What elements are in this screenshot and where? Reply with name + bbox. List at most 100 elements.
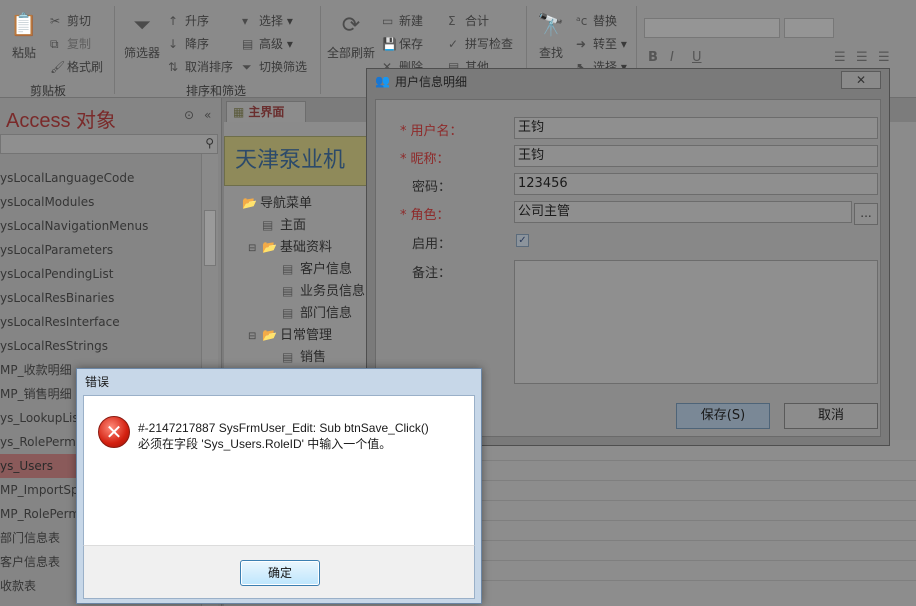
nickname-field[interactable]: 王钧 <box>514 145 878 167</box>
refresh-all-button[interactable]: ⟳ 全部刷新 <box>326 12 376 61</box>
remarks-label: 备注： <box>412 266 452 281</box>
italic-icon[interactable]: I <box>670 50 674 65</box>
tree-item[interactable]: ▤ 部门信息 <box>228 302 365 324</box>
find-button[interactable]: 🔭 查找 <box>532 12 570 61</box>
user-dialog-title: 用户信息明细 <box>395 75 468 89</box>
nickname-label: * 昵称： <box>400 152 450 167</box>
filter-button[interactable]: ⏷ 筛选器 <box>120 12 164 61</box>
tree-item-label: 销售 <box>300 350 327 365</box>
nav-object-item[interactable]: ysLocalResBinaries <box>0 286 200 310</box>
replace-button[interactable]: ᵃc 替换 <box>576 12 617 29</box>
clear-sort-icon: ⇅ <box>168 60 179 74</box>
goto-button[interactable]: ➜ 转至 ▾ <box>576 35 627 52</box>
username-label: * 用户名： <box>400 124 463 139</box>
toggle-filter-icon: ⏷ <box>242 60 252 74</box>
font-name-select[interactable] <box>644 18 780 38</box>
cut-button[interactable]: ✂ 剪切 <box>50 12 91 29</box>
collapse-pane-icon[interactable]: « <box>204 108 211 122</box>
remarks-textarea[interactable] <box>514 260 878 384</box>
align-left-icon[interactable]: ☰ <box>834 50 846 65</box>
enabled-checkbox[interactable]: ✓ <box>516 234 529 247</box>
sort-asc-button[interactable]: ↑ 升序 <box>168 12 209 29</box>
document-icon: ▤ <box>282 284 294 298</box>
totals-button[interactable]: Σ 合计 <box>448 12 489 29</box>
tree-expander-icon[interactable]: ⊟ <box>248 326 258 348</box>
new-record-button[interactable]: ▭ 新建 <box>382 12 423 29</box>
error-message: #-2147217887 SysFrmUser_Edit: Sub btnSav… <box>138 420 429 452</box>
grid-line <box>482 500 916 501</box>
underline-icon[interactable]: U <box>692 50 702 65</box>
clear-sort-button[interactable]: ⇅ 取消排序 <box>168 58 233 75</box>
nav-object-item[interactable]: ysLocalModules <box>0 190 200 214</box>
toggle-filter-button[interactable]: ⏷ 切换筛选 <box>242 58 307 75</box>
nav-object-item[interactable]: ysLocalParameters <box>0 238 200 262</box>
password-field[interactable]: 123456 <box>514 173 878 195</box>
tree-item[interactable]: ▤ 客户信息 <box>228 258 365 280</box>
ok-button[interactable]: 确定 <box>240 560 320 586</box>
bold-icon[interactable]: B <box>648 50 658 65</box>
new-record-icon: ▭ <box>382 14 394 28</box>
grid-line <box>482 460 916 461</box>
company-banner: 天津泵业机 <box>224 136 374 186</box>
nav-menu-tree: 📂 导航菜单 ▤ 主面 ⊟ 📂 基础资料 ▤ 客户信息 ▤ 业务员信息 ▤ 部门信息 ⊟ 📂 日常管理 ▤ 销售 <box>228 192 365 368</box>
spell-check-icon: ✓ <box>448 37 459 51</box>
funnel-icon: ⏷ <box>133 13 151 38</box>
error-dialog-title: 错误 <box>85 375 110 389</box>
tree-item[interactable]: 📂 导航菜单 <box>228 192 365 214</box>
brush-icon: 🖌 <box>50 60 66 74</box>
tree-item[interactable]: ▤ 业务员信息 <box>228 280 365 302</box>
nav-object-item[interactable]: ysLocalResStrings <box>0 334 200 358</box>
error-footer: 确定 <box>83 545 475 599</box>
search-icon: ⚲ <box>205 136 214 150</box>
nav-scroll-thumb[interactable] <box>204 210 216 266</box>
role-field[interactable]: 公司主管 <box>514 201 852 223</box>
grid-line <box>482 480 916 481</box>
role-picker-button[interactable]: ... <box>854 203 878 225</box>
tree-item-label: 日常管理 <box>280 328 333 343</box>
sort-desc-button[interactable]: ↓ 降序 <box>168 35 209 52</box>
save-icon: 💾 <box>382 37 397 51</box>
replace-icon: ᵃc <box>576 14 588 28</box>
tree-item[interactable]: ▤ 销售 <box>228 346 365 368</box>
copy-icon: ⧉ <box>50 37 59 51</box>
nav-menu-icon[interactable]: ⊙ <box>184 108 194 122</box>
nav-object-item[interactable]: ysLocalPendingList <box>0 262 200 286</box>
format-painter-button[interactable]: 🖌 格式刷 <box>50 58 103 75</box>
align-right-icon[interactable]: ☰ <box>878 50 890 65</box>
nav-object-item[interactable]: ysLocalNavigationMenus <box>0 214 200 238</box>
error-icon: ✕ <box>98 416 130 448</box>
tab-main-interface[interactable]: ▦ 主界面 <box>226 101 306 123</box>
ribbon-divider <box>114 6 115 94</box>
align-center-icon[interactable]: ☰ <box>856 50 868 65</box>
save-button[interactable]: 保存(S) <box>676 403 770 429</box>
tree-item[interactable]: ▤ 主面 <box>228 214 365 236</box>
grid-line <box>482 540 916 541</box>
tree-item[interactable]: ⊟ 📂 日常管理 <box>228 324 365 346</box>
close-icon: ✕ <box>855 73 867 87</box>
nav-search-input[interactable]: ⚲ <box>0 134 218 154</box>
refresh-icon: ⟳ <box>341 13 361 38</box>
advanced-button[interactable]: ▤ 高级 ▾ <box>242 35 293 52</box>
error-message-line2: 必须在字段 'Sys_Users.RoleID' 中输入一个值。 <box>138 437 392 451</box>
tree-item-label: 主面 <box>280 218 307 233</box>
spelling-button[interactable]: ✓ 拼写检查 <box>448 35 513 52</box>
cancel-button[interactable]: 取消 <box>784 403 878 429</box>
clipboard-group-label: 剪贴板 <box>30 84 67 98</box>
font-size-select[interactable] <box>784 18 834 38</box>
username-field[interactable]: 王钧 <box>514 117 878 139</box>
folder-icon: 📂 <box>262 240 277 254</box>
close-button[interactable]: ✕ <box>841 71 881 89</box>
save-record-button[interactable]: 💾 保存 <box>382 35 423 52</box>
tree-item[interactable]: ⊟ 📂 基础资料 <box>228 236 365 258</box>
grid-line <box>482 560 916 561</box>
paste-button[interactable]: 📋 粘贴 <box>6 12 42 61</box>
selection-button[interactable]: ▾ 选择 ▾ <box>242 12 293 29</box>
tree-item-label: 导航菜单 <box>260 196 313 211</box>
nav-object-item[interactable]: ysLocalLanguageCode <box>0 166 200 190</box>
nav-object-item[interactable]: ysLocalResInterface <box>0 310 200 334</box>
sort-asc-icon: ↑ <box>168 14 179 28</box>
clipboard-icon: 📋 <box>10 13 38 38</box>
tree-expander-icon[interactable]: ⊟ <box>248 238 258 260</box>
advanced-filter-icon: ▤ <box>242 37 254 51</box>
copy-button[interactable]: ⧉ 复制 <box>50 35 91 52</box>
